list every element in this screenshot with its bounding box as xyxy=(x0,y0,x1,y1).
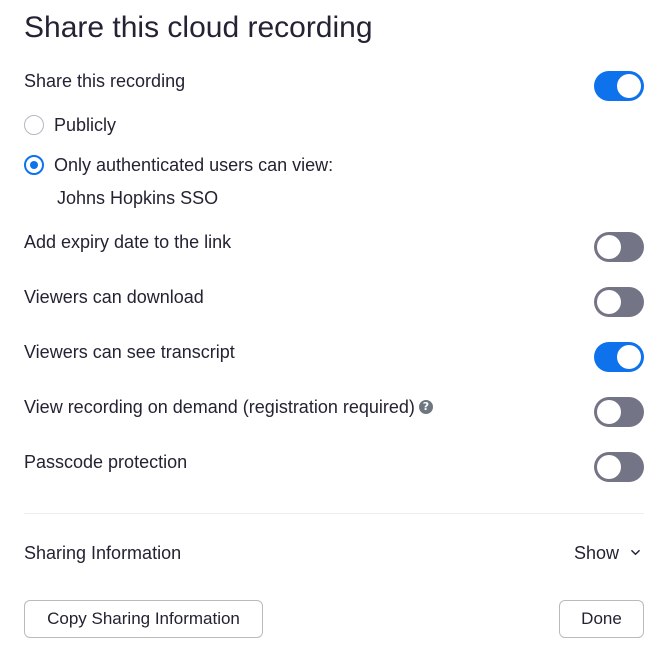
toggle-knob xyxy=(617,345,641,369)
share-recording-toggle[interactable] xyxy=(594,71,644,101)
auth-provider-label: Johns Hopkins SSO xyxy=(57,188,219,208)
done-button[interactable]: Done xyxy=(559,600,644,638)
viewers-transcript-toggle[interactable] xyxy=(594,342,644,372)
copy-sharing-information-button[interactable]: Copy Sharing Information xyxy=(24,600,263,638)
share-recording-label: Share this recording xyxy=(24,71,186,91)
question-circle-icon[interactable]: ? xyxy=(418,400,433,414)
on-demand-row: View recording on demand (registration r… xyxy=(24,395,433,419)
passcode-label: Passcode protection xyxy=(24,452,188,472)
radio-publicly-label[interactable]: Publicly xyxy=(54,113,116,137)
show-label: Show xyxy=(573,543,619,563)
divider xyxy=(24,513,644,514)
viewers-download-label: Viewers can download xyxy=(24,287,204,307)
toggle-knob xyxy=(597,235,621,259)
toggle-knob xyxy=(597,455,621,479)
radio-publicly[interactable] xyxy=(24,115,44,135)
viewers-transcript-label: Viewers can see transcript xyxy=(24,342,235,362)
toggle-knob xyxy=(617,74,641,98)
passcode-toggle[interactable] xyxy=(594,452,644,482)
dialog-title: Share this cloud recording xyxy=(24,11,373,44)
on-demand-label: View recording on demand (registration r… xyxy=(24,397,415,417)
chevron-down-icon xyxy=(631,549,640,555)
sharing-info-label: Sharing Information xyxy=(24,543,182,563)
radio-authenticated-users[interactable] xyxy=(24,155,44,175)
on-demand-toggle[interactable] xyxy=(594,397,644,427)
expiry-date-toggle[interactable] xyxy=(594,232,644,262)
radio-authenticated-users-label[interactable]: Only authenticated users can view: xyxy=(54,153,333,177)
toggle-knob xyxy=(597,290,621,314)
toggle-knob xyxy=(597,400,621,424)
expiry-date-label: Add expiry date to the link xyxy=(24,232,232,252)
viewers-download-toggle[interactable] xyxy=(594,287,644,317)
sharing-info-show-toggle[interactable]: Show xyxy=(574,541,640,565)
